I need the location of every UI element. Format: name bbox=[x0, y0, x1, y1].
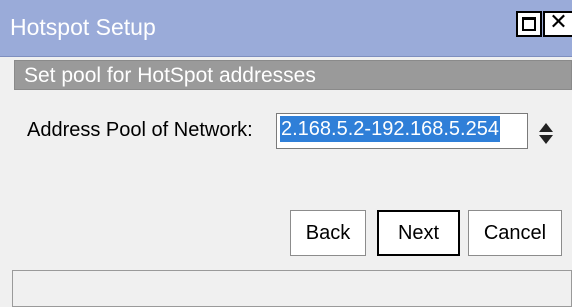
address-pool-input[interactable]: 2.168.5.2-192.168.5.254 bbox=[276, 113, 528, 149]
status-bar bbox=[12, 270, 572, 307]
maximize-button[interactable] bbox=[516, 11, 542, 37]
spinner-down-icon[interactable] bbox=[539, 134, 553, 144]
step-header-text: Set pool for HotSpot addresses bbox=[24, 64, 316, 87]
up-down-spinner-icon[interactable] bbox=[536, 118, 556, 148]
address-pool-value: 2.168.5.2-192.168.5.254 bbox=[280, 116, 500, 142]
spinner-up-icon[interactable] bbox=[539, 122, 553, 132]
title-bar[interactable]: Hotspot Setup ✕ bbox=[0, 0, 572, 57]
close-button[interactable]: ✕ bbox=[543, 11, 572, 37]
maximize-icon bbox=[522, 17, 536, 31]
back-button[interactable]: Back bbox=[290, 210, 366, 256]
address-pool-label: Address Pool of Network: bbox=[27, 119, 253, 141]
window-title: Hotspot Setup bbox=[10, 14, 156, 40]
cancel-button[interactable]: Cancel bbox=[468, 210, 562, 256]
close-icon: ✕ bbox=[549, 10, 568, 35]
step-header: Set pool for HotSpot addresses bbox=[14, 60, 572, 90]
next-button[interactable]: Next bbox=[377, 210, 460, 256]
